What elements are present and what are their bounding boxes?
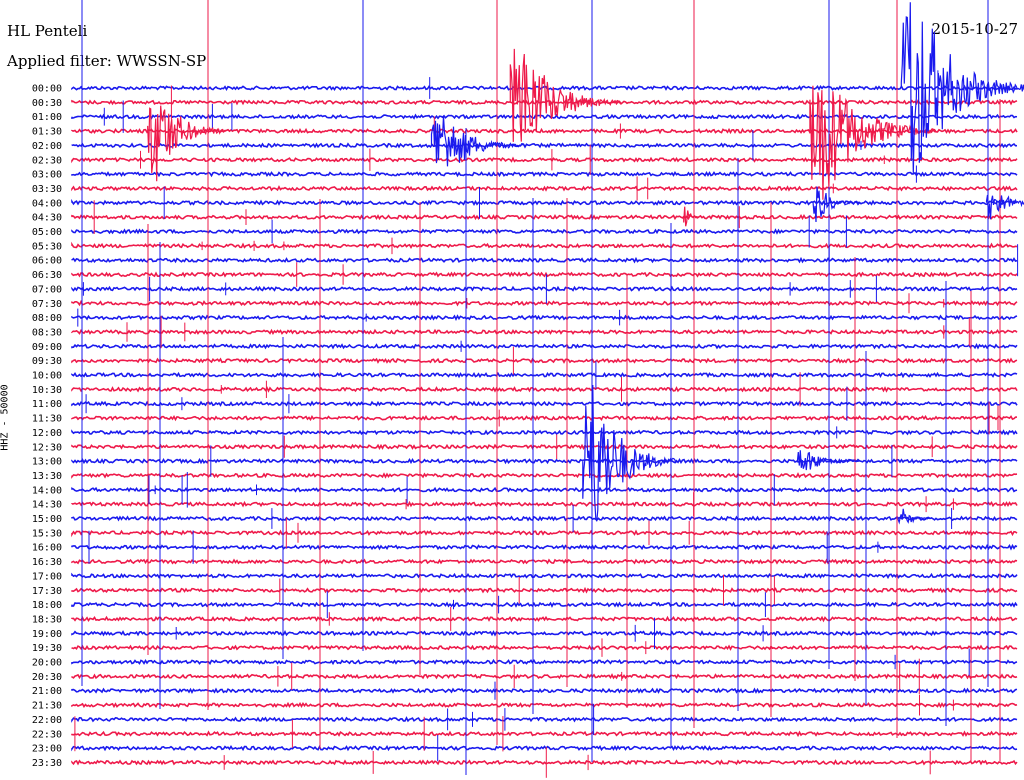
trace-1330 (71, 472, 1018, 479)
trace-0600 (71, 256, 1018, 264)
trace-0800 (71, 314, 1018, 322)
row-time-label: 13:00 (32, 457, 62, 468)
trace-1230 (71, 443, 1018, 451)
row-time-label: 17:30 (32, 586, 62, 597)
trace-1430 (71, 500, 1018, 508)
row-time-label: 00:30 (32, 98, 62, 109)
row-time-label: 14:00 (32, 485, 62, 496)
trace-0330 (71, 185, 1018, 192)
row-time-label: 03:30 (32, 184, 62, 195)
trace-1400 (71, 486, 1018, 493)
trace-2100 (71, 687, 1018, 694)
trace-0530 (71, 241, 1018, 249)
row-time-label: 11:30 (32, 414, 62, 425)
event-burst-1 (430, 115, 526, 167)
trace-2330 (71, 759, 1018, 766)
trace-0230 (71, 156, 1018, 164)
row-time-label: 10:30 (32, 385, 62, 396)
trace-0100 (71, 113, 1018, 120)
row-time-label: 15:30 (32, 528, 62, 539)
trace-1630 (71, 558, 1018, 565)
row-time-label: 08:30 (32, 327, 62, 338)
row-time-label: 20:00 (32, 658, 62, 669)
row-time-label: 08:00 (32, 313, 62, 324)
trace-1600 (71, 543, 1018, 551)
trace-2230 (71, 730, 1018, 738)
event-burst-2 (509, 48, 621, 142)
row-time-label: 17:00 (32, 571, 62, 582)
trace-1530 (71, 529, 1018, 538)
row-time-label: 07:00 (32, 284, 62, 295)
trace-0630 (71, 271, 1018, 278)
trace-0030 (71, 99, 1018, 106)
trace-1030 (71, 386, 1018, 393)
trace-2300 (71, 744, 1018, 752)
row-time-label: 04:00 (32, 198, 62, 209)
row-time-label: 06:00 (32, 256, 62, 267)
row-time-label: 05:30 (32, 241, 62, 252)
trace-1000 (71, 371, 1018, 379)
trace-0930 (71, 357, 1018, 364)
trace-1100 (71, 400, 1018, 407)
row-time-label: 22:00 (32, 715, 62, 726)
trace-0300 (71, 171, 1018, 178)
row-time-label: 16:30 (32, 557, 62, 568)
row-time-label: 06:30 (32, 270, 62, 281)
row-time-label: 02:30 (32, 155, 62, 166)
row-time-label: 01:00 (32, 112, 62, 123)
row-time-label: 15:00 (32, 514, 62, 525)
trace-1130 (71, 414, 1018, 422)
trace-2200 (71, 716, 1018, 723)
trace-2030 (71, 673, 1018, 680)
row-time-label: 12:30 (32, 442, 62, 453)
trace-0730 (71, 299, 1018, 307)
row-time-label: 19:30 (32, 643, 62, 654)
row-time-label: 01:30 (32, 127, 62, 138)
row-time-label: 20:30 (32, 672, 62, 683)
trace-1930 (71, 644, 1018, 651)
trace-1500 (71, 515, 1018, 522)
row-time-label: 19:00 (32, 629, 62, 640)
trace-0500 (71, 228, 1018, 235)
row-time-label: 02:00 (32, 141, 62, 152)
row-time-label: 18:00 (32, 600, 62, 611)
trace-0400 (71, 198, 1018, 207)
row-time-label: 09:30 (32, 356, 62, 367)
row-time-label: 22:30 (32, 729, 62, 740)
trace-1300 (71, 457, 1018, 465)
trace-1730 (71, 586, 1018, 594)
trace-0900 (71, 342, 1018, 350)
trace-0700 (71, 285, 1018, 292)
row-time-label: 04:30 (32, 213, 62, 224)
row-time-label: 05:00 (32, 227, 62, 238)
row-time-label: 09:00 (32, 342, 62, 353)
trace-1700 (71, 572, 1018, 580)
trace-2130 (71, 701, 1018, 709)
trace-2000 (71, 658, 1018, 666)
row-time-label: 18:30 (32, 614, 62, 625)
trace-0430 (71, 213, 1018, 221)
row-time-label: 23:30 (32, 758, 62, 769)
trace-1800 (71, 601, 1018, 608)
trace-1200 (71, 429, 1018, 436)
row-time-label: 23:00 (32, 744, 62, 755)
trace-0200 (71, 142, 1018, 149)
row-time-label: 11:00 (32, 399, 62, 410)
row-time-label: 14:30 (32, 500, 62, 511)
seismogram-plot: 00:00 00:30 01:00 01:30 02:00 02:30 03:00 03:30… (32, 0, 1024, 778)
trace-1900 (71, 630, 1018, 637)
row-time-label: 03:00 (32, 170, 62, 181)
row-time-label: 07:30 (32, 299, 62, 310)
row-time-label: 00:00 (32, 84, 62, 95)
row-time-label: 16:00 (32, 543, 62, 554)
row-time-label: 12:00 (32, 428, 62, 439)
row-time-label: 10:00 (32, 371, 62, 382)
row-time-label: 13:30 (32, 471, 62, 482)
trace-1830 (71, 615, 1018, 623)
row-time-label: 21:00 (32, 686, 62, 697)
trace-0830 (71, 328, 1018, 336)
row-time-label: 21:30 (32, 701, 62, 712)
